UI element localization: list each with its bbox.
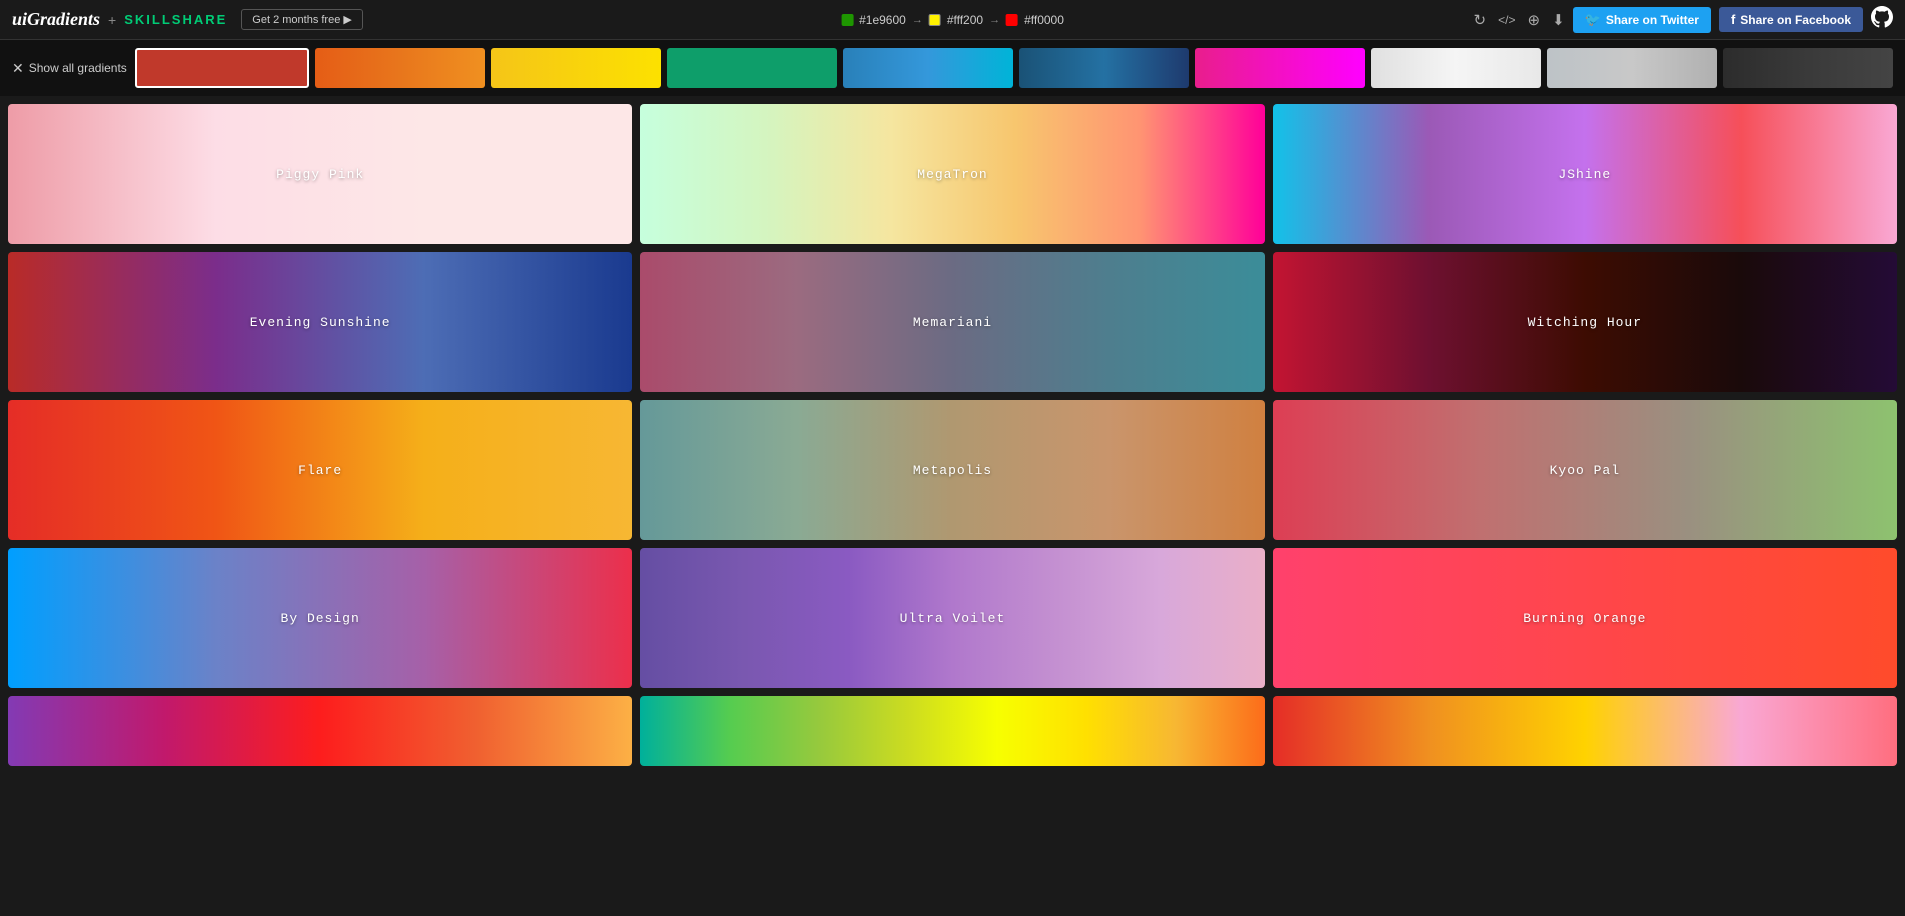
arrow-2: → <box>989 14 1000 26</box>
gradient-card-memariani[interactable]: Memariani <box>640 252 1264 392</box>
gradient-name-burning-orange: Burning Orange <box>1523 611 1646 626</box>
skillshare-button[interactable]: Get 2 months free ▶ <box>241 9 363 30</box>
gradient-name-metapolis: Metapolis <box>913 463 992 478</box>
refresh-button[interactable]: ↻ <box>1474 11 1487 29</box>
gradient-grid: Piggy Pink MegaTron JShine Evening Sunsh… <box>0 96 1905 696</box>
add-button[interactable]: ⊕ <box>1527 11 1540 29</box>
header-icons: ↻ </> ⊕ ⬇ <box>1474 11 1565 29</box>
gradient-name-piggy-pink: Piggy Pink <box>276 167 364 182</box>
color-hex-1: #1e9600 <box>859 13 906 27</box>
header-center: #1e9600 → #fff200 → #ff0000 <box>841 13 1064 27</box>
gradient-card-bottom-2[interactable] <box>640 696 1264 766</box>
header: uiGradients + SKILLSHARE Get 2 months fr… <box>0 0 1905 40</box>
swatch-orange[interactable] <box>315 48 485 88</box>
filter-bar: ✕ Show all gradients <box>0 40 1905 96</box>
swatch-green[interactable] <box>667 48 837 88</box>
share-facebook-button[interactable]: f Share on Facebook <box>1719 7 1863 32</box>
gradient-name-megatron: MegaTron <box>917 167 987 182</box>
header-right: ↻ </> ⊕ ⬇ 🐦 Share on Twitter f Share on … <box>1474 6 1893 34</box>
gradient-name-jshine: JShine <box>1558 167 1611 182</box>
gradient-card-burning-orange[interactable]: Burning Orange <box>1273 548 1897 688</box>
gradient-card-piggy-pink[interactable]: Piggy Pink <box>8 104 632 244</box>
arrow-1: → <box>912 14 923 26</box>
swatch-yellow[interactable] <box>491 48 661 88</box>
color-hex-3: #ff0000 <box>1024 13 1064 27</box>
swatch-red[interactable] <box>135 48 309 88</box>
logo-uigradients: uiGradients <box>12 9 100 30</box>
close-icon: ✕ <box>12 60 24 77</box>
gradient-card-witching-hour[interactable]: Witching Hour <box>1273 252 1897 392</box>
gradient-card-kyoo-pal[interactable]: Kyoo Pal <box>1273 400 1897 540</box>
github-icon[interactable] <box>1871 6 1893 34</box>
swatch-magenta[interactable] <box>1195 48 1365 88</box>
facebook-icon: f <box>1731 12 1735 27</box>
swatch-blue-dark[interactable] <box>1019 48 1189 88</box>
download-button[interactable]: ⬇ <box>1552 11 1565 29</box>
swatch-light[interactable] <box>1371 48 1541 88</box>
gradient-card-by-design[interactable]: By Design <box>8 548 632 688</box>
gradient-card-bottom-3[interactable] <box>1273 696 1897 766</box>
code-button[interactable]: </> <box>1498 13 1515 27</box>
gradient-name-memariani: Memariani <box>913 315 992 330</box>
swatch-blue-light[interactable] <box>843 48 1013 88</box>
color-hex-2: #fff200 <box>947 13 983 27</box>
gradient-card-ultra-voilet[interactable]: Ultra Voilet <box>640 548 1264 688</box>
gradient-name-witching-hour: Witching Hour <box>1528 315 1642 330</box>
gradient-card-megatron[interactable]: MegaTron <box>640 104 1264 244</box>
gradient-card-bottom-1[interactable] <box>8 696 632 766</box>
logo-area: uiGradients + SKILLSHARE Get 2 months fr… <box>12 9 363 30</box>
gradient-name-kyoo-pal: Kyoo Pal <box>1550 463 1620 478</box>
swatch-dark[interactable] <box>1723 48 1893 88</box>
color-dot-red <box>1006 14 1018 26</box>
logo-plus: + <box>108 12 116 28</box>
swatch-gray[interactable] <box>1547 48 1717 88</box>
logo-skillshare: SKILLSHARE <box>124 12 227 27</box>
twitter-icon: 🐦 <box>1585 12 1601 28</box>
color-dot-green <box>841 14 853 26</box>
share-twitter-label: Share on Twitter <box>1606 13 1699 27</box>
gradient-card-jshine[interactable]: JShine <box>1273 104 1897 244</box>
filter-swatches <box>135 48 1893 88</box>
show-all-label: Show all gradients <box>29 61 127 75</box>
gradient-name-flare: Flare <box>298 463 342 478</box>
gradient-name-by-design: By Design <box>281 611 360 626</box>
share-facebook-label: Share on Facebook <box>1740 13 1851 27</box>
gradient-card-metapolis[interactable]: Metapolis <box>640 400 1264 540</box>
show-all-gradients-button[interactable]: ✕ Show all gradients <box>12 60 127 77</box>
gradient-name-evening-sunshine: Evening Sunshine <box>250 315 391 330</box>
color-dot-yellow <box>929 14 941 26</box>
gradient-card-evening-sunshine[interactable]: Evening Sunshine <box>8 252 632 392</box>
gradient-card-flare[interactable]: Flare <box>8 400 632 540</box>
gradient-row-bottom <box>0 696 1905 774</box>
gradient-name-ultra-voilet: Ultra Voilet <box>900 611 1006 626</box>
share-twitter-button[interactable]: 🐦 Share on Twitter <box>1573 7 1711 33</box>
